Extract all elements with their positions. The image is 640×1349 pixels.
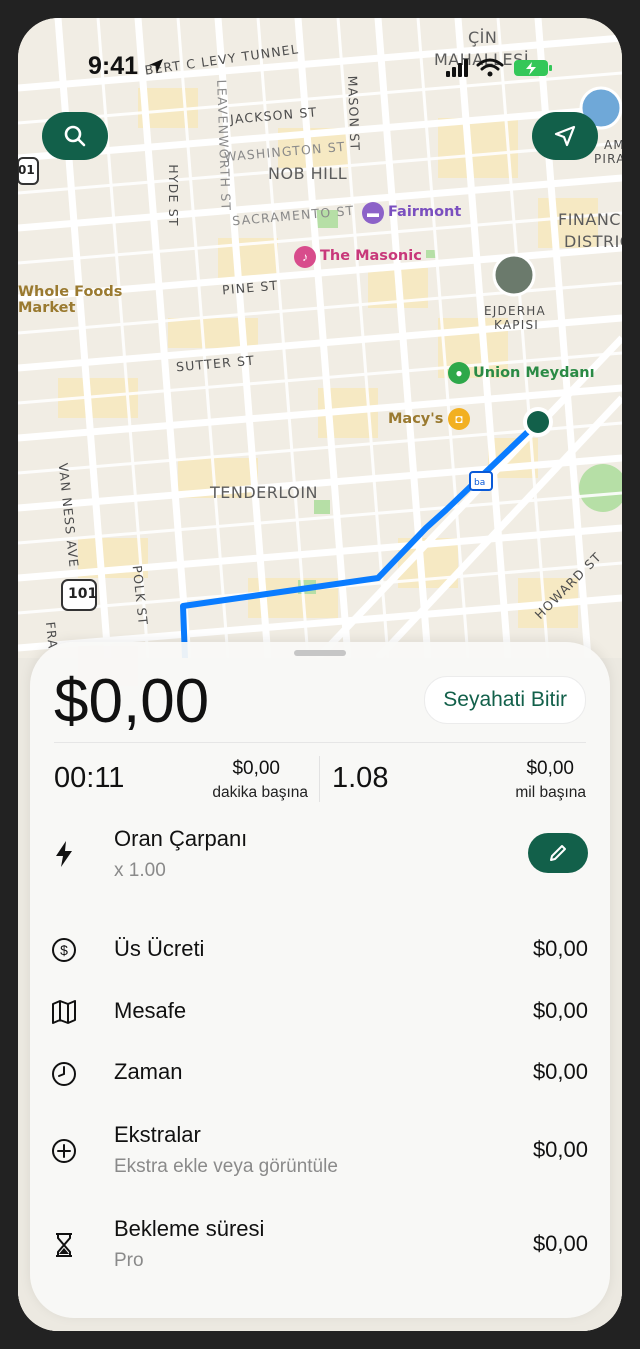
per-mile-label: mil başına <box>515 784 586 801</box>
hotel-icon: ▬ <box>362 202 384 224</box>
wifi-icon <box>476 58 504 71</box>
search-icon <box>64 125 86 147</box>
street-label-hyde: HYDE ST <box>165 164 181 227</box>
end-trip-button[interactable]: Seyahati Bitir <box>424 676 586 724</box>
location-arrow-icon <box>148 58 164 79</box>
bolt-icon <box>50 840 78 868</box>
row-subtitle: x 1.00 <box>114 860 166 881</box>
per-minute-rate: $0,00 <box>232 758 280 779</box>
row-amount: $0,00 <box>532 1059 588 1084</box>
district-label-chinatown-1: ÇİN <box>468 28 498 47</box>
poi-dragon-gate-2[interactable]: KAPISI <box>494 318 539 332</box>
status-icons <box>446 56 566 85</box>
row-subtitle: Pro <box>114 1250 144 1271</box>
street-label-mason: MASON ST <box>344 75 363 152</box>
search-button[interactable] <box>42 112 108 160</box>
park-icon: ● <box>448 362 470 384</box>
edit-multiplier-button[interactable] <box>528 833 588 873</box>
row-amount: $0,00 <box>532 1137 588 1162</box>
highway-shield-101: 101 <box>68 586 98 602</box>
divider <box>54 742 586 743</box>
row-title: Üs Ücreti <box>114 936 205 961</box>
poi-masonic[interactable]: The Masonic <box>320 248 422 264</box>
cellular-signal-icon <box>446 59 468 77</box>
row-title: Mesafe <box>114 998 187 1023</box>
map-icon <box>50 998 78 1026</box>
dollar-circle-icon: $ <box>50 936 78 964</box>
hourglass-icon <box>50 1231 78 1259</box>
recenter-location-button[interactable] <box>532 112 598 160</box>
district-label-nob-hill: NOB HILL <box>268 164 348 183</box>
navigation-arrow-icon <box>554 125 576 147</box>
row-amount: $0,00 <box>532 1231 588 1256</box>
per-mile-rate: $0,00 <box>526 758 574 779</box>
row-title: Zaman <box>114 1059 183 1084</box>
shopping-bag-icon: ◘ <box>448 408 470 430</box>
row-amount: $0,00 <box>532 998 588 1023</box>
poi-union-square[interactable]: Union Meydanı <box>473 365 595 381</box>
phone-screen: ba BERT C LEVY TUNNEL JACKSON ST WASHING… <box>18 18 622 1331</box>
fare-total: $0,00 <box>54 667 210 736</box>
highway-shield-101-left: 01 <box>18 163 35 177</box>
row-title: Ekstralar <box>114 1122 201 1147</box>
clock-icon <box>50 1060 78 1088</box>
pencil-icon <box>550 845 566 861</box>
poi-whole-foods-2[interactable]: Market <box>18 300 75 316</box>
row-amount: $0,00 <box>532 936 588 961</box>
row-title: Oran Çarpanı <box>114 826 248 851</box>
poi-macys[interactable]: Macy's <box>388 411 443 427</box>
district-label-financial-1: FINANC <box>558 210 621 229</box>
svg-text:$: $ <box>60 942 68 958</box>
district-label-tenderloin: TENDERLOIN <box>210 483 319 502</box>
fare-sheet[interactable]: $0,00 Seyahati Bitir 00:11 $0,00 dakika … <box>30 642 610 1318</box>
poi-whole-foods-1[interactable]: Whole Foods <box>18 284 122 300</box>
row-title: Bekleme süresi <box>114 1216 265 1241</box>
row-subtitle: Ekstra ekle veya görüntüle <box>114 1156 338 1177</box>
poi-pyramid-1[interactable]: AME <box>604 138 622 152</box>
stats-separator <box>319 756 320 802</box>
poi-pyramid-2[interactable]: PIRAMİD <box>594 152 622 166</box>
svg-text:ba: ba <box>474 478 485 488</box>
elapsed-time: 00:11 <box>54 762 125 794</box>
distance-value: 1.08 <box>332 762 389 794</box>
music-icon: ♪ <box>294 246 316 268</box>
status-time: 9:41 <box>88 52 139 80</box>
poi-dragon-gate-1[interactable]: EJDERHA <box>484 304 546 318</box>
sheet-grabber[interactable] <box>294 650 346 656</box>
per-minute-label: dakika başına <box>212 784 308 801</box>
district-label-financial-2: DISTRIC <box>564 232 622 251</box>
poi-fairmont[interactable]: Fairmont <box>388 204 461 220</box>
plus-circle-icon <box>50 1137 78 1165</box>
battery-charging-icon <box>514 60 552 76</box>
